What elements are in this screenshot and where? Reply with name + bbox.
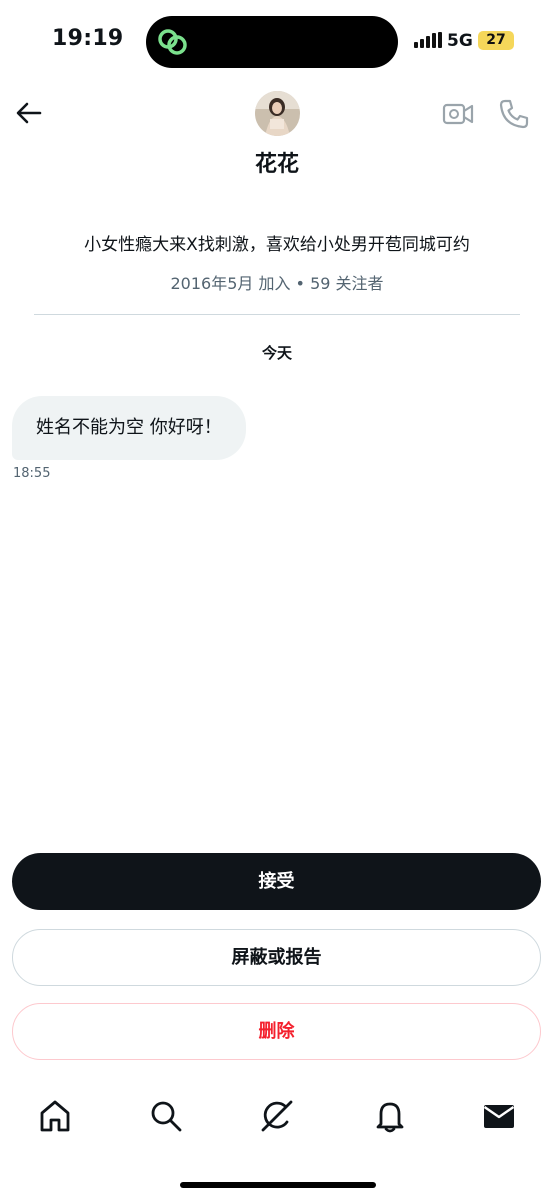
- search-icon: [151, 1101, 182, 1132]
- video-camera-icon: [442, 103, 474, 125]
- home-icon: [40, 1100, 70, 1132]
- profile-join-followers: 2016年5月 加入 • 59 关注者: [170, 274, 384, 293]
- nav-messages[interactable]: [481, 1098, 517, 1134]
- grok-icon: [261, 1100, 293, 1132]
- battery-indicator: 27: [478, 31, 514, 50]
- block-or-report-button[interactable]: 屏蔽或报告: [12, 929, 541, 986]
- home-indicator: [180, 1182, 376, 1188]
- nav-notifications[interactable]: [372, 1098, 408, 1134]
- nav-home[interactable]: [37, 1098, 73, 1134]
- network-type: 5G: [447, 31, 473, 51]
- arrow-left-icon: [16, 102, 42, 124]
- avatar[interactable]: [255, 91, 300, 136]
- dynamic-island: [146, 16, 398, 68]
- phone-icon: [499, 99, 529, 129]
- message-bubble[interactable]: 姓名不能为空 你好呀！: [12, 396, 246, 460]
- nav-grok[interactable]: [259, 1098, 295, 1134]
- conversation-user-name[interactable]: 花花: [0, 146, 554, 178]
- video-call-button[interactable]: [442, 100, 474, 128]
- accept-button[interactable]: 接受: [12, 853, 541, 910]
- voice-call-button[interactable]: [498, 98, 530, 130]
- date-separator: 今天: [261, 344, 292, 362]
- message-timestamp: 18:55: [13, 466, 51, 481]
- delete-button[interactable]: 删除: [12, 1003, 541, 1060]
- profile-bio: 小女性瘾大来X找刺激，喜欢给小处男开苞同城可约: [84, 235, 470, 255]
- notifications-bell-icon: [376, 1102, 404, 1133]
- back-button[interactable]: [14, 98, 44, 128]
- linked-rings-icon: [158, 29, 187, 55]
- divider: [34, 314, 520, 315]
- nav-search[interactable]: [148, 1098, 184, 1134]
- messages-envelope-icon: [483, 1105, 515, 1128]
- status-time: 19:19: [52, 26, 124, 51]
- cellular-signal-icon: [414, 32, 442, 48]
